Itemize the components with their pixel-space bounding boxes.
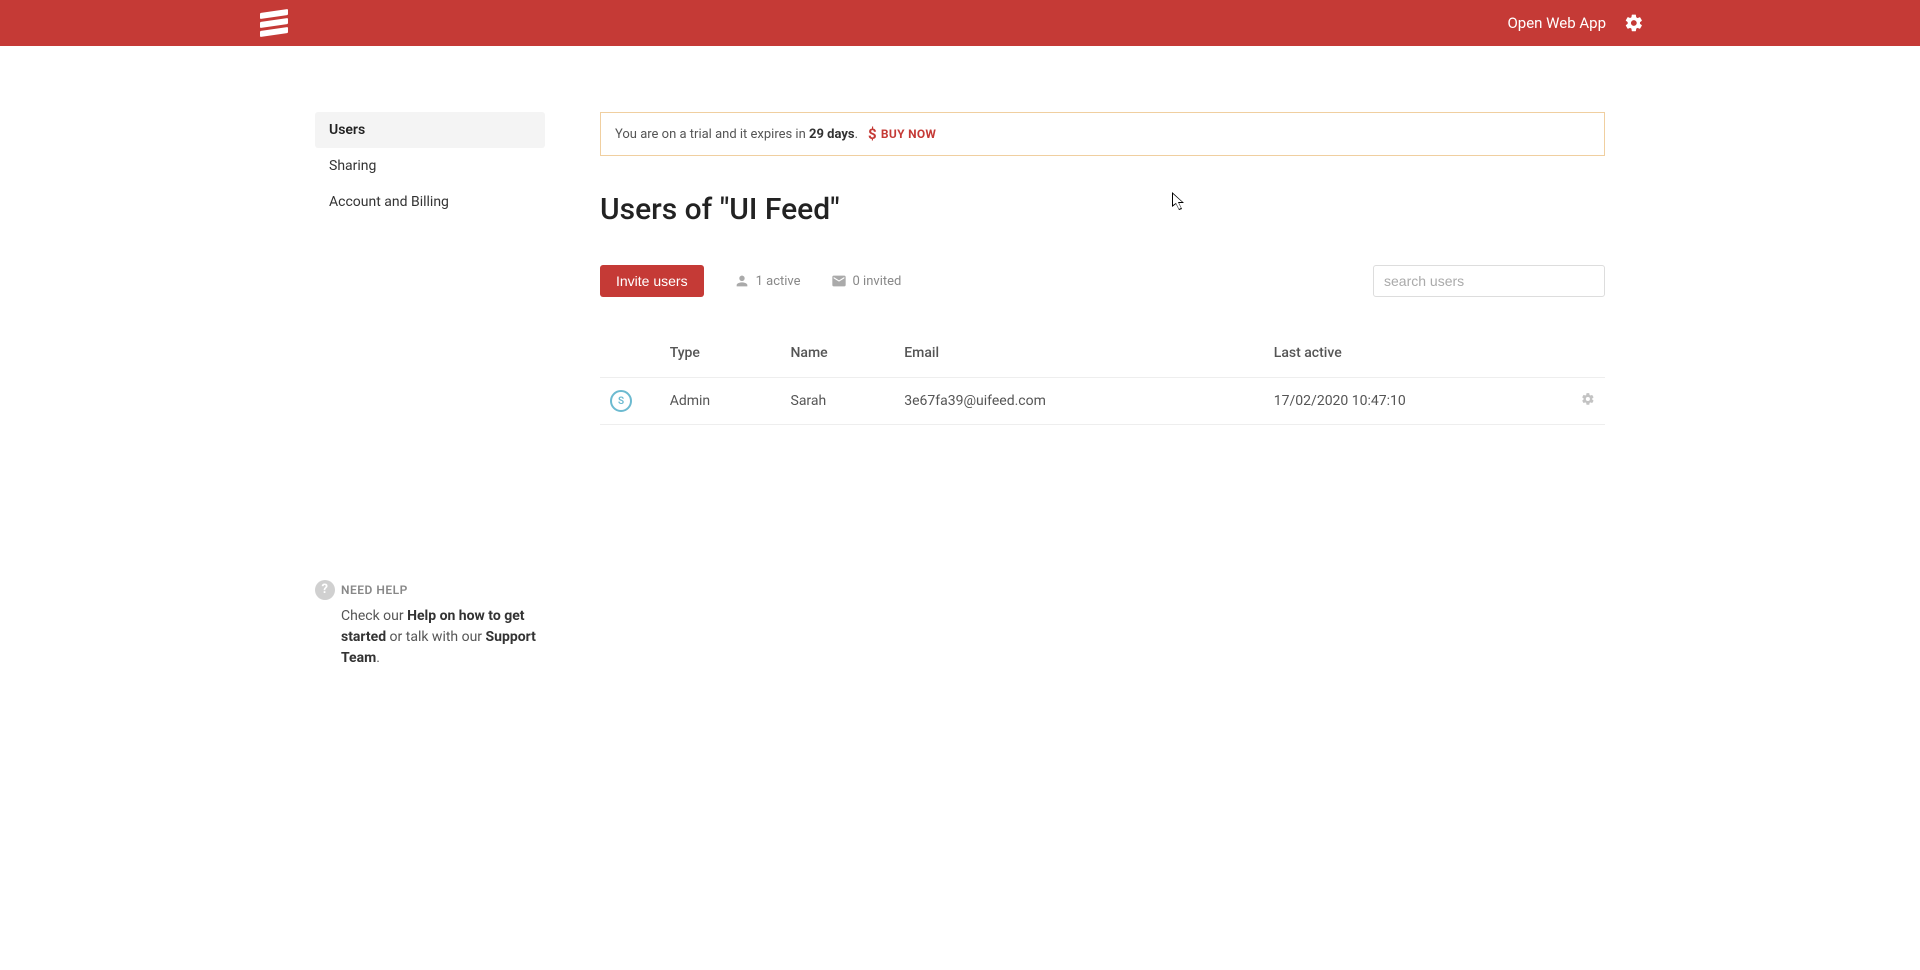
cell-avatar: S: [600, 378, 660, 425]
cell-actions: [1548, 378, 1605, 425]
toolbar: Invite users 1 active 0 invited: [600, 265, 1605, 297]
cell-email: 3e67fa39@uifeed.com: [894, 378, 1264, 425]
col-last-active-header: Last active: [1264, 345, 1548, 378]
help-text: Check our Help on how to get started or …: [315, 606, 545, 669]
top-bar: Open Web App: [0, 0, 1920, 46]
trial-days: 29 days: [809, 127, 855, 142]
help-or-talk: or talk with our: [386, 629, 485, 645]
invited-count-stat: 0 invited: [831, 273, 902, 289]
table-row: S Admin Sarah 3e67fa39@uifeed.com 17/02/…: [600, 378, 1605, 425]
sidebar-item-users[interactable]: Users: [315, 112, 545, 148]
help-header: ? NEED HELP: [315, 580, 545, 600]
dollar-icon: $: [868, 125, 877, 143]
logo-icon[interactable]: [260, 9, 288, 37]
sidebar: Users Sharing Account and Billing ? NEED…: [315, 112, 600, 669]
buy-now-label: BUY NOW: [881, 127, 936, 141]
help-check-our: Check our: [341, 608, 407, 624]
col-actions-header: [1548, 345, 1605, 378]
row-gear-icon[interactable]: [1581, 392, 1595, 406]
open-web-app-link[interactable]: Open Web App: [1507, 14, 1606, 32]
invited-count-label: 0 invited: [853, 274, 902, 289]
page-title: Users of "UI Feed": [600, 192, 1605, 227]
top-bar-right: Open Web App: [1507, 13, 1904, 33]
col-type-header: Type: [660, 345, 781, 378]
help-period: .: [376, 650, 380, 666]
users-table: Type Name Email Last active S Admin Sara…: [600, 345, 1605, 425]
avatar: S: [610, 390, 632, 412]
col-name-header: Name: [781, 345, 895, 378]
gear-icon[interactable]: [1624, 13, 1644, 33]
main: You are on a trial and it expires in 29 …: [600, 112, 1605, 669]
help-icon: ?: [315, 580, 335, 600]
invite-users-button[interactable]: Invite users: [600, 265, 704, 297]
trial-text: You are on a trial and it expires in 29 …: [615, 127, 858, 142]
cell-name: Sarah: [781, 378, 895, 425]
help-title: NEED HELP: [341, 581, 408, 599]
trial-suffix: .: [855, 127, 858, 142]
top-bar-left: [0, 9, 288, 37]
trial-prefix: You are on a trial and it expires in: [615, 127, 809, 142]
user-icon: [734, 273, 750, 289]
search-input[interactable]: [1373, 265, 1605, 297]
col-avatar-header: [600, 345, 660, 378]
envelope-icon: [831, 273, 847, 289]
trial-banner: You are on a trial and it expires in 29 …: [600, 112, 1605, 156]
sidebar-item-account-billing[interactable]: Account and Billing: [315, 184, 545, 220]
cell-last-active: 17/02/2020 10:47:10: [1264, 378, 1548, 425]
sidebar-item-sharing[interactable]: Sharing: [315, 148, 545, 184]
help-box: ? NEED HELP Check our Help on how to get…: [315, 580, 545, 669]
buy-now-link[interactable]: $ BUY NOW: [868, 125, 936, 143]
content-wrap: Users Sharing Account and Billing ? NEED…: [315, 46, 1605, 669]
col-email-header: Email: [894, 345, 1264, 378]
active-count-label: 1 active: [756, 274, 801, 289]
sidebar-nav: Users Sharing Account and Billing: [315, 112, 545, 220]
cell-type: Admin: [660, 378, 781, 425]
table-header-row: Type Name Email Last active: [600, 345, 1605, 378]
toolbar-left: Invite users 1 active 0 invited: [600, 265, 901, 297]
active-count-stat: 1 active: [734, 273, 801, 289]
